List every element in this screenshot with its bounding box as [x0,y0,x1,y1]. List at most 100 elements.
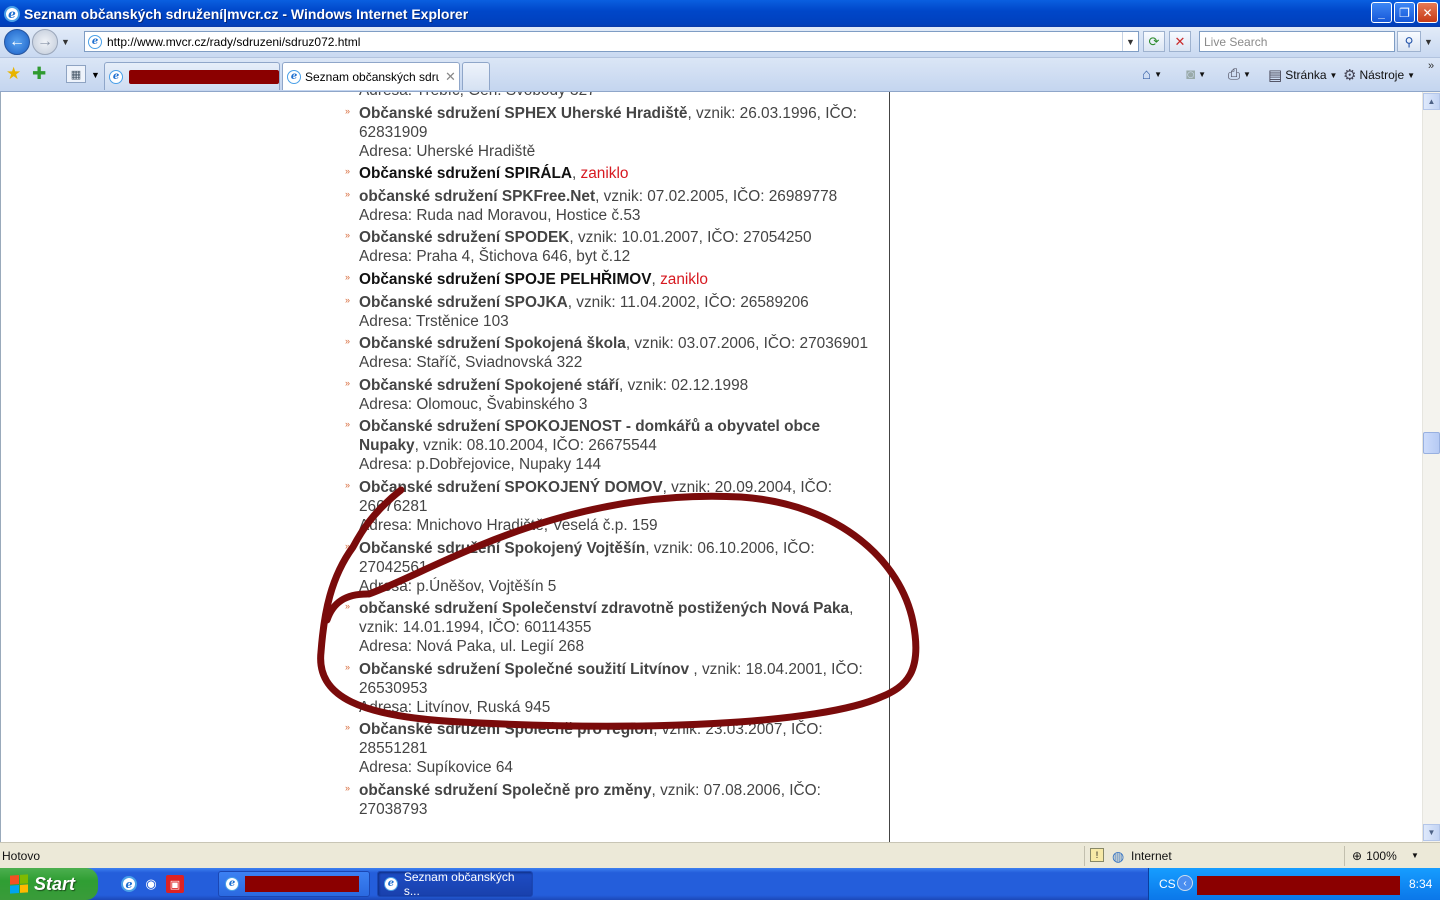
page-icon: ▤ [1268,67,1283,84]
back-button[interactable]: ← [4,29,30,55]
system-tray: CS ‹ 8:34 [1148,868,1440,900]
start-button[interactable]: Start [0,868,98,900]
association-name: Občanské sdružení SPIRÁLA [359,165,572,183]
page-menu[interactable]: ▤ Stránka ▼ [1268,66,1337,84]
minimize-button[interactable]: _ [1371,2,1392,23]
status-text: Hotovo [2,849,41,863]
quicklaunch-browser[interactable]: ◉ [142,875,160,893]
bullet-icon: » [345,601,351,612]
list-item: » Občanské sdružení SPOJE PELHŘIMOV, zani… [343,270,878,289]
printer-icon: ⎙ [1228,66,1241,83]
bullet-icon: » [345,540,351,551]
address-input[interactable]: e http://www.mvcr.cz/rady/sdruzeni/sdruz… [84,31,1139,52]
new-tab-button[interactable] [462,62,490,90]
feeds-dropdown[interactable]: ▼ [1198,70,1206,79]
bullet-icon: » [345,782,351,793]
association-address: Adresa: Trstěnice 103 [359,312,509,330]
protected-mode-icon: ! [1090,848,1104,862]
language-indicator[interactable]: CS [1159,877,1176,891]
association-name: Občanské sdružení SPHEX Uherské Hradiště [359,104,688,122]
association-name: občanské sdružení Společenství zdravotně… [359,600,850,618]
bullet-icon: » [345,661,351,672]
association-name: Občanské sdružení Spokojený Vojtěšín [359,539,646,557]
print-button[interactable]: ⎙ ▼ [1228,66,1251,83]
feeds-button[interactable]: ◙ ▼ [1186,66,1206,83]
windows-taskbar: Start e ◉ ▣ e e Seznam občanských s... C… [0,868,1440,900]
search-options-dropdown[interactable]: ▼ [1424,37,1433,47]
quicklaunch-acrobat[interactable]: ▣ [166,875,184,893]
refresh-icon: ⟳ [1148,33,1160,49]
association-address: Adresa: Třebíč, Gen. Svobody 327 [359,92,878,100]
taskbar-button-label: Seznam občanských s... [403,870,515,898]
ie-icon: e [4,5,20,22]
association-name: Občanské sdružení SPOKOJENÝ DOMOV [359,478,663,496]
add-favorite-icon[interactable]: ✚ [32,64,46,84]
tools-menu[interactable]: ⚙ Nástroje ▼ [1343,66,1415,84]
favorites-star-icon[interactable]: ★ [6,64,21,84]
list-item: » Občanské sdružení SPODEK, vznik: 10.01.… [343,228,878,266]
tab-redacted[interactable]: e [104,62,280,90]
zoom-dropdown[interactable]: ▼ [1411,851,1419,860]
refresh-button[interactable]: ⟳ [1143,31,1165,52]
association-info: , [651,270,661,288]
close-button[interactable]: ✕ [1417,2,1438,23]
tab-list-dropdown[interactable]: ▼ [91,70,100,80]
more-commands-chevron[interactable]: » [1428,60,1434,72]
bullet-icon: » [345,377,351,388]
tab-active[interactable]: e Seznam občanských sdru... ✕ [282,62,460,90]
show-hidden-icons-arrow[interactable]: ‹ [1177,875,1193,891]
redaction-mark [245,876,359,892]
search-icon: ⚲ [1404,34,1414,49]
globe-icon: ◍ [1112,848,1125,864]
search-input[interactable]: Live Search [1199,31,1395,52]
bullet-icon: » [345,271,351,282]
scroll-up-button[interactable]: ▲ [1423,93,1440,110]
home-button[interactable]: ⌂ ▼ [1142,66,1162,83]
quick-tabs-button[interactable]: ▦ [66,65,86,83]
maximize-button[interactable]: ❐ [1394,2,1415,23]
window-title: Seznam občanských sdružení|mvcr.cz - Win… [24,5,469,22]
search-placeholder: Live Search [1204,34,1268,49]
association-info: , vznik: 03.07.2006, IČO: 27036901 [625,335,869,353]
forward-arrow-icon: → [37,33,53,50]
list-item: » občanské sdružení Společně pro změny, v… [343,781,878,819]
column-divider [889,92,890,842]
zoom-control[interactable]: ⊕ 100% [1352,849,1397,863]
window-controls: _ ❐ ✕ [1371,2,1438,23]
list-item: » Občanské sdružení Společné soužití Litv… [343,660,878,717]
forward-button[interactable]: → [32,29,58,55]
search-button[interactable]: ⚲ [1397,31,1421,52]
association-name: Občanské sdružení SPOJKA [359,293,568,311]
redaction-mark [1197,876,1400,895]
tools-menu-label: Nástroje [1359,68,1405,82]
scroll-thumb[interactable] [1423,432,1440,454]
association-address: Adresa: Olomouc, Švabinského 3 [359,395,588,413]
vertical-scrollbar[interactable]: ▲ ▼ [1422,92,1440,842]
scroll-down-button[interactable]: ▼ [1423,824,1440,841]
bullet-icon: » [345,105,351,116]
list-item: » Občanské sdružení SPOKOJENÝ DOMOV, vzni… [343,478,878,535]
home-icon: ⌂ [1142,66,1152,83]
stop-button[interactable]: ✕ [1169,31,1191,52]
home-dropdown[interactable]: ▼ [1154,70,1162,79]
association-address: Adresa: p.Dobřejovice, Nupaky 144 [359,456,602,474]
quicklaunch-ie[interactable]: e [120,875,138,893]
status-separator [1084,846,1085,866]
association-name: Občanské sdružení SPOJE PELHŘIMOV [359,270,652,288]
tab-ie-icon: e [287,69,301,84]
address-dropdown[interactable]: ▼ [1122,32,1138,51]
tools-dropdown-icon: ▼ [1407,70,1416,80]
bullet-icon: » [345,230,351,241]
association-info: , vznik: 07.02.2005, IČO: 26989778 [595,187,838,205]
taskbar-button-redacted[interactable]: e [218,871,370,897]
association-info: , [571,165,581,183]
tab-ie-icon: e [109,69,123,84]
association-address: Adresa: p.Úněšov, Vojtěšín 5 [359,577,557,595]
print-dropdown[interactable]: ▼ [1243,70,1251,79]
tab-label: Seznam občanských sdru... [305,69,439,84]
taskbar-button-active[interactable]: e Seznam občanských s... [377,870,533,898]
tab-close-icon[interactable]: ✕ [445,69,456,85]
list-item: » Občanské sdružení SPHEX Uherské Hradišt… [343,104,878,161]
back-arrow-icon: ← [9,33,25,50]
recent-pages-dropdown[interactable]: ▼ [61,37,70,47]
